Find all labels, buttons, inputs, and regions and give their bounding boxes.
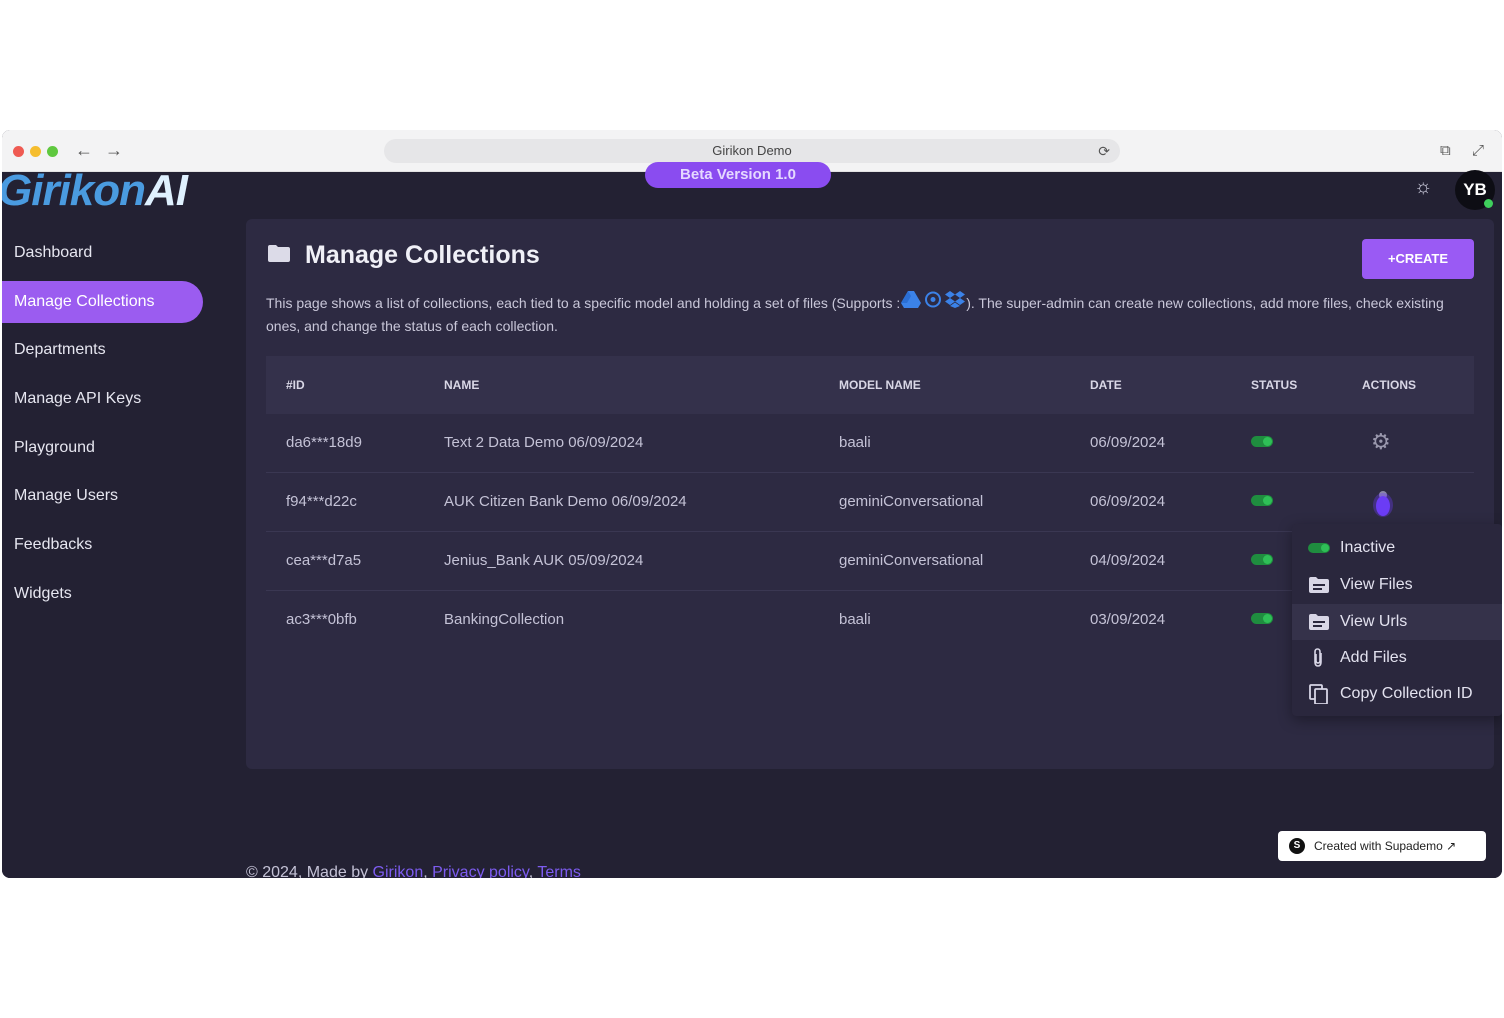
sidebar-item-dashboard[interactable]: Dashboard: [2, 232, 203, 274]
sidebar-nav: Dashboard Manage Collections Departments…: [2, 232, 212, 622]
footer-copyright: © 2024, Made by: [246, 864, 369, 878]
page-title: Manage Collections: [305, 241, 540, 269]
menu-item-view-files[interactable]: View Files: [1292, 567, 1502, 603]
footer-terms-link[interactable]: Terms: [537, 864, 581, 878]
description-text-before: This page shows a list of collections, e…: [266, 295, 901, 311]
menu-item-label: Copy Collection ID: [1340, 685, 1473, 702]
status-toggle[interactable]: [1251, 613, 1273, 624]
collection-actions-menu: Inactive View Files View Urls Add Files …: [1292, 524, 1502, 716]
cell-name: BankingCollection: [444, 611, 565, 628]
gear-icon[interactable]: ⚙: [1371, 430, 1391, 454]
cell-model: baali: [839, 611, 871, 628]
sidebar-item-manage-api-keys[interactable]: Manage API Keys: [2, 378, 203, 420]
online-status-dot: [1484, 199, 1493, 208]
create-collection-button[interactable]: +CREATE: [1362, 239, 1474, 279]
address-bar[interactable]: Girikon Demo ⟳: [384, 139, 1120, 163]
cell-id: f94***d22c: [286, 493, 357, 510]
user-avatar[interactable]: YB: [1455, 170, 1495, 210]
column-header-name[interactable]: NAME: [444, 356, 479, 414]
minimize-window-button[interactable]: [30, 146, 41, 157]
beta-version-badge: Beta Version 1.0: [645, 162, 831, 188]
menu-item-label: View Urls: [1340, 613, 1408, 630]
cell-id: cea***d7a5: [286, 552, 362, 569]
cell-id: da6***18d9: [286, 434, 362, 451]
cell-date: 04/09/2024: [1090, 552, 1166, 569]
sidebar-item-manage-users[interactable]: Manage Users: [2, 475, 203, 517]
supademo-label: Created with Supademo ↗: [1314, 839, 1457, 853]
fullscreen-icon[interactable]: ⤢: [1472, 142, 1484, 159]
menu-item-view-urls[interactable]: View Urls: [1292, 604, 1502, 640]
avatar-initials: YB: [1463, 180, 1487, 199]
cell-model: baali: [839, 434, 871, 451]
cell-id: ac3***0bfb: [286, 611, 357, 628]
table-row: f94***d22c AUK Citizen Bank Demo 06/09/2…: [266, 473, 1474, 532]
folder-icon: [268, 245, 290, 262]
menu-item-label: View Files: [1340, 576, 1413, 593]
cell-date: 06/09/2024: [1090, 434, 1166, 451]
cell-date: 06/09/2024: [1090, 493, 1166, 510]
page-footer: © 2024, Made by Girikon, Privacy policy,…: [246, 864, 581, 878]
google-drive-icon: [901, 291, 922, 315]
tab-title: Girikon Demo: [712, 143, 792, 158]
cell-name: Jenius_Bank AUK 05/09/2024: [444, 552, 644, 569]
toggle-icon: [1308, 543, 1330, 553]
girikon-ai-logo[interactable]: GirikonAI: [2, 166, 188, 216]
sidebar-item-widgets[interactable]: Widgets: [2, 573, 203, 615]
menu-item-label: Add Files: [1340, 649, 1407, 666]
status-toggle[interactable]: [1251, 495, 1273, 506]
logo-main-text: Girikon: [2, 166, 146, 215]
supademo-logo-icon: S: [1289, 838, 1305, 854]
external-link-icon[interactable]: ⧉: [1440, 142, 1451, 159]
onedrive-icon: [923, 291, 943, 315]
browser-window: ← → Girikon Demo ⟳ ⧉ ⤢ GirikonAI Beta Ve…: [2, 130, 1502, 878]
maximize-window-button[interactable]: [47, 146, 58, 157]
logo-ai-text: AI: [145, 166, 188, 215]
sidebar-item-manage-collections[interactable]: Manage Collections: [2, 280, 203, 323]
folder-icon: [1309, 577, 1329, 593]
forward-arrow-icon[interactable]: →: [105, 140, 123, 160]
menu-item-add-files[interactable]: Add Files: [1292, 640, 1502, 676]
reload-icon[interactable]: ⟳: [1098, 139, 1110, 163]
copy-icon: [1309, 684, 1328, 704]
dropbox-icon: [945, 291, 966, 315]
paperclip-icon: [1314, 648, 1322, 667]
gear-icon-active[interactable]: [1372, 488, 1394, 518]
column-header-actions: ACTIONS: [1362, 378, 1416, 392]
column-header-id[interactable]: #ID: [286, 356, 305, 414]
table-header: #ID NAME MODEL NAME DATE STATUS ACTIONS: [266, 356, 1474, 414]
footer-privacy-link[interactable]: Privacy policy: [432, 864, 529, 878]
footer-company-link[interactable]: Girikon: [373, 864, 424, 878]
sidebar-item-playground[interactable]: Playground: [2, 427, 203, 469]
menu-item-copy-collection-id[interactable]: Copy Collection ID: [1292, 676, 1502, 712]
cell-date: 03/09/2024: [1090, 611, 1166, 628]
sidebar-item-departments[interactable]: Departments: [2, 329, 203, 371]
cell-name: Text 2 Data Demo 06/09/2024: [444, 434, 644, 451]
folder-icon: [1309, 614, 1329, 630]
status-toggle[interactable]: [1251, 554, 1273, 565]
column-header-status: STATUS: [1251, 378, 1298, 392]
app-root: GirikonAI Beta Version 1.0 ☼ YB Dashboar…: [2, 162, 1502, 878]
cell-model: geminiConversational: [839, 552, 984, 569]
cell-model: geminiConversational: [839, 493, 984, 510]
table-row: da6***18d9 Text 2 Data Demo 06/09/2024 b…: [266, 414, 1474, 473]
menu-item-inactive[interactable]: Inactive: [1292, 530, 1502, 566]
column-header-date[interactable]: DATE: [1090, 356, 1122, 414]
sidebar-item-feedbacks[interactable]: Feedbacks: [2, 524, 203, 566]
back-arrow-icon[interactable]: ←: [75, 140, 93, 160]
page-description: This page shows a list of collections, e…: [266, 291, 1456, 337]
supademo-badge[interactable]: S Created with Supademo ↗: [1278, 831, 1486, 861]
theme-toggle-icon[interactable]: ☼: [1414, 176, 1432, 199]
status-toggle[interactable]: [1251, 436, 1273, 447]
column-header-model-name[interactable]: MODEL NAME: [839, 356, 921, 414]
menu-item-label: Inactive: [1340, 539, 1396, 556]
cell-name: AUK Citizen Bank Demo 06/09/2024: [444, 493, 687, 510]
close-window-button[interactable]: [13, 146, 24, 157]
